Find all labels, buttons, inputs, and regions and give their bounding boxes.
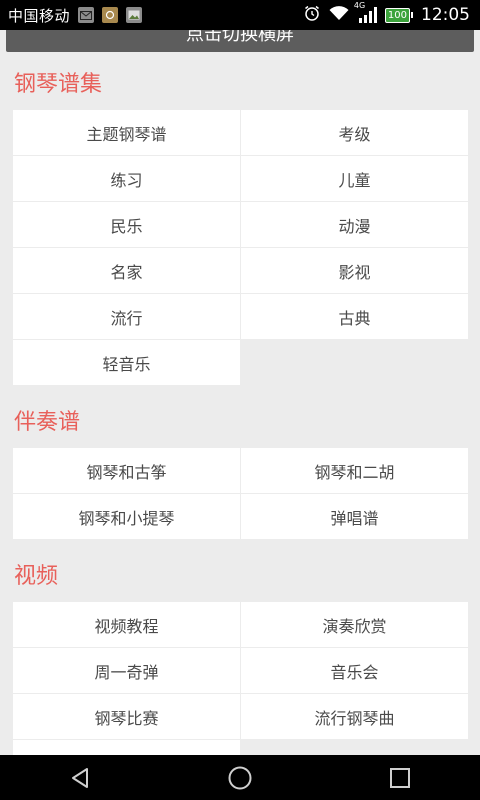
signal-icon: 4G [354,1,377,23]
recent-apps-square-icon [390,767,410,788]
category-item[interactable]: 名家 [13,248,240,293]
recent-apps-button[interactable] [370,755,430,800]
category-item[interactable]: 流行钢琴曲 [241,694,468,739]
category-item[interactable]: 钢琴和二胡 [241,448,468,493]
network-type-label: 4G [353,1,366,10]
category-item[interactable]: 弹唱谱 [241,494,468,539]
status-right: 4G 100 12:05 [295,1,480,26]
back-triangle-icon [72,767,88,788]
category-item[interactable]: 音乐会 [241,648,468,693]
category-item[interactable]: 影视 [241,248,468,293]
gallery-notification-icon [126,7,143,23]
app-notification-icon [102,7,119,23]
category-item[interactable]: 钢琴比赛 [13,694,240,739]
category-item[interactable]: 钢琴和小提琴 [13,494,240,539]
status-bar: 中国移动 4G 100 12:05 [0,0,480,30]
category-item[interactable]: 儿童 [241,156,468,201]
section-title-accompaniment: 伴奏谱 [14,410,81,435]
carrier-name: 中国移动 [8,6,71,25]
mail-notification-icon [78,7,95,23]
category-item[interactable]: 钢琴和古筝 [13,448,240,493]
status-clock: 12:05 [421,5,470,25]
category-item[interactable]: 视频教程 [13,602,240,647]
wifi-icon [329,5,349,25]
navigation-bar [0,755,480,800]
battery-level: 100 [384,7,410,23]
home-button[interactable] [210,755,270,800]
category-item[interactable]: 民乐 [13,202,240,247]
category-item[interactable]: 轻音乐 [13,340,240,385]
category-item[interactable]: 动漫 [241,202,468,247]
battery-indicator: 100 [384,7,413,23]
category-item[interactable]: 古典 [241,294,468,339]
category-item[interactable]: 演奏欣赏 [241,602,468,647]
piano-scores-grid: 主题钢琴谱 考级 练习 儿童 民乐 动漫 名家 影视 流行 古典 轻音乐 [13,110,468,385]
category-item[interactable]: 周一奇弹 [13,648,240,693]
category-item[interactable]: 练习 [13,156,240,201]
category-item[interactable]: 主题钢琴谱 [13,110,240,155]
category-item[interactable]: 考级 [241,110,468,155]
section-title-piano-scores: 钢琴谱集 [14,72,103,97]
home-circle-icon [228,766,252,789]
alarm-clock-icon [303,4,321,26]
category-item[interactable]: 流行 [13,294,240,339]
section-title-videos: 视频 [14,564,59,589]
category-content: 钢琴谱集 主题钢琴谱 考级 练习 儿童 民乐 动漫 名家 影视 流行 古典 轻音… [0,60,480,785]
accompaniment-grid: 钢琴和古筝 钢琴和二胡 钢琴和小提琴 弹唱谱 [13,448,468,539]
battery-tip [411,12,413,18]
status-left: 中国移动 [0,5,150,26]
back-button[interactable] [50,755,110,800]
